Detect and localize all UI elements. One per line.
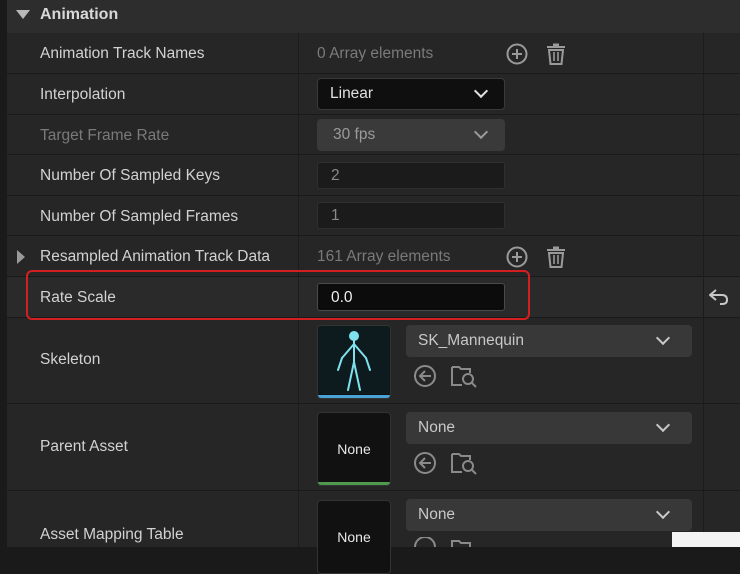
field-value: 0.0 xyxy=(331,289,353,306)
sampled-keys-field[interactable]: 2 xyxy=(317,162,505,189)
chevron-down-icon xyxy=(655,504,671,520)
row-label: Interpolation xyxy=(40,86,126,103)
section-header-animation[interactable]: Animation xyxy=(7,0,740,34)
expand-arrow-icon[interactable] xyxy=(17,250,25,264)
mapping-table-thumbnail[interactable]: None xyxy=(317,500,391,574)
row-parent-asset: Parent Asset None None xyxy=(7,404,740,491)
asset-type-bar xyxy=(318,482,390,485)
skeleton-thumbnail[interactable] xyxy=(317,325,391,399)
dropdown-value: None xyxy=(418,506,456,523)
details-panel: Animation Animation Track Names 0 Array … xyxy=(7,0,740,574)
browse-back-icon[interactable] xyxy=(412,363,438,389)
thumbnail-label: None xyxy=(337,529,371,545)
row-label: Number Of Sampled Frames xyxy=(40,208,239,225)
find-in-browser-icon[interactable] xyxy=(450,450,478,476)
dropdown-value: 30 fps xyxy=(333,126,376,143)
row-rate-scale: Rate Scale 0.0 xyxy=(7,277,740,318)
trash-icon[interactable] xyxy=(544,245,568,269)
frame-rate-dropdown[interactable]: 30 fps xyxy=(317,119,505,151)
chevron-down-icon xyxy=(655,330,671,346)
chevron-down-icon[interactable] xyxy=(16,10,30,19)
dropdown-value: Linear xyxy=(330,85,374,102)
row-label: Skeleton xyxy=(40,351,101,368)
row-label: Target Frame Rate xyxy=(40,127,170,144)
browse-back-icon[interactable] xyxy=(412,537,438,547)
mannequin-icon xyxy=(318,326,390,394)
chevron-down-icon xyxy=(473,124,489,140)
row-label: Number Of Sampled Keys xyxy=(40,167,221,184)
row-label: Animation Track Names xyxy=(40,45,205,62)
array-count: 0 Array elements xyxy=(317,45,434,62)
section-title: Animation xyxy=(40,6,119,23)
array-count: 161 Array elements xyxy=(317,248,451,265)
dropdown-value: SK_Mannequin xyxy=(418,332,524,349)
find-in-browser-icon[interactable] xyxy=(450,537,478,547)
browse-back-icon[interactable] xyxy=(412,450,438,476)
row-sampled-keys: Number Of Sampled Keys 2 xyxy=(7,155,740,196)
dropdown-value: None xyxy=(418,419,456,436)
row-asset-mapping-table: Asset Mapping Table None None xyxy=(7,491,740,574)
sampled-frames-field[interactable]: 1 xyxy=(317,202,505,229)
trash-icon[interactable] xyxy=(544,42,568,66)
row-label: Rate Scale xyxy=(40,289,116,306)
parent-asset-thumbnail[interactable]: None xyxy=(317,412,391,486)
thumbnail-label: None xyxy=(337,441,371,457)
row-interpolation: Interpolation Linear xyxy=(7,74,740,115)
rate-scale-field[interactable]: 0.0 xyxy=(317,283,505,311)
row-sampled-frames: Number Of Sampled Frames 1 xyxy=(7,196,740,236)
mapping-table-dropdown[interactable]: None xyxy=(406,499,692,531)
row-resampled-track-data: Resampled Animation Track Data 161 Array… xyxy=(7,236,740,277)
row-label: Parent Asset xyxy=(40,438,128,455)
chevron-down-icon xyxy=(655,417,671,433)
skeleton-asset-dropdown[interactable]: SK_Mannequin xyxy=(406,325,692,357)
interpolation-dropdown[interactable]: Linear xyxy=(317,78,505,110)
asset-type-bar xyxy=(318,395,390,398)
add-circle-icon[interactable] xyxy=(505,245,529,269)
field-value: 2 xyxy=(331,167,340,184)
chevron-down-icon xyxy=(473,83,489,99)
field-value: 1 xyxy=(331,207,340,224)
add-circle-icon[interactable] xyxy=(505,42,529,66)
row-label: Asset Mapping Table xyxy=(40,526,184,543)
reset-column-divider xyxy=(703,33,704,547)
column-divider[interactable] xyxy=(298,33,299,547)
row-label: Resampled Animation Track Data xyxy=(40,248,271,265)
parent-asset-dropdown[interactable]: None xyxy=(406,412,692,444)
white-corner-area xyxy=(672,532,740,547)
find-in-browser-icon[interactable] xyxy=(450,363,478,389)
reset-arrow-icon[interactable] xyxy=(708,288,730,306)
row-skeleton: Skeleton SK_Mannequin xyxy=(7,318,740,404)
row-animation-track-names: Animation Track Names 0 Array elements xyxy=(7,33,740,74)
row-target-frame-rate: Target Frame Rate 30 fps xyxy=(7,115,740,155)
